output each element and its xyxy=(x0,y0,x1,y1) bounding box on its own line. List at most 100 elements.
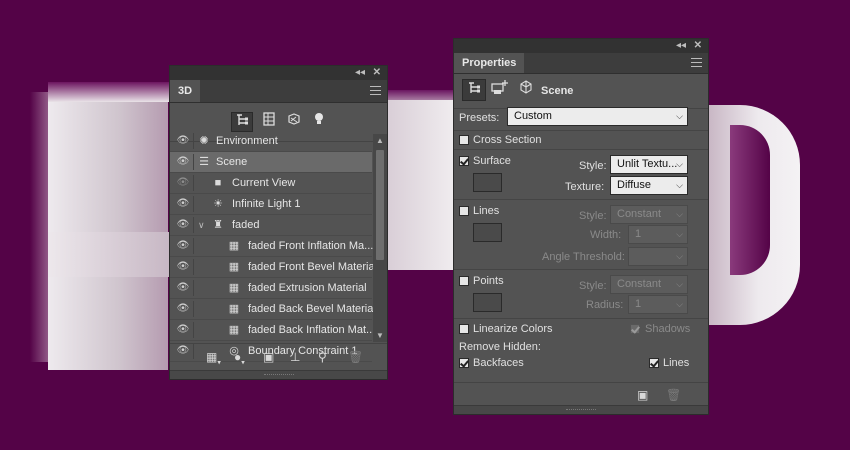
layer-row-material[interactable]: 👁 ▦ faded Extrusion Material xyxy=(170,278,372,299)
points-color-swatch[interactable] xyxy=(473,293,502,312)
cross-section-checkbox[interactable] xyxy=(459,135,469,145)
lights-icon[interactable] xyxy=(308,112,330,132)
lines-angle-label: Angle Threshold: xyxy=(542,251,625,263)
layer-label: Scene xyxy=(216,156,248,168)
add-mesh-icon[interactable]: ▦▾ xyxy=(206,350,221,366)
chevron-down-icon: ⌵ xyxy=(676,209,683,219)
linearize-colors-checkbox[interactable] xyxy=(459,324,469,334)
chevron-down-icon: ⌵ xyxy=(676,279,683,289)
collapse-icon[interactable]: ◂◂ xyxy=(676,39,686,53)
visibility-eye-icon[interactable]: 👁 xyxy=(176,278,190,298)
material-icon: ▦ xyxy=(228,261,240,273)
lines-style-label: Style: xyxy=(579,210,607,222)
scrollbar-thumb[interactable] xyxy=(376,150,384,260)
surface-label: Surface xyxy=(473,155,511,167)
visibility-eye-icon[interactable]: 👁 xyxy=(176,215,190,235)
drop-to-ground-icon[interactable]: ⊥ xyxy=(290,350,300,364)
layer-row-scene[interactable]: 👁 ☰ Scene xyxy=(170,152,372,173)
divider xyxy=(193,301,194,317)
visibility-eye-icon[interactable]: 👁 xyxy=(176,236,190,256)
tab-3d[interactable]: 3D xyxy=(170,80,201,102)
scroll-down-icon[interactable]: ▼ xyxy=(373,331,387,340)
panel-menu-icon[interactable] xyxy=(691,58,702,67)
chevron-down-icon: ⌵ xyxy=(676,111,683,121)
remove-hidden-label: Remove Hidden: xyxy=(459,341,541,353)
visibility-eye-icon[interactable]: 👁 xyxy=(176,257,190,277)
visibility-eye-icon[interactable]: 👁 xyxy=(176,299,190,319)
layer-row-material[interactable]: 👁 ▦ faded Front Inflation Ma... xyxy=(170,236,373,257)
camera-icon: ■ xyxy=(214,177,222,189)
layer-list-scrollbar[interactable]: ▲ ▼ xyxy=(373,134,387,342)
resize-grip[interactable] xyxy=(454,405,708,414)
hidden-lines-checkbox[interactable] xyxy=(649,358,659,368)
close-icon[interactable]: ✕ xyxy=(694,39,702,53)
panel-menu-icon[interactable] xyxy=(370,86,381,95)
layer-label: faded Back Inflation Mat... xyxy=(248,324,376,336)
layer-row-faded[interactable]: 👁 ∨ ♜ faded xyxy=(170,215,372,236)
points-radius-field[interactable]: 1 ⌵ xyxy=(628,295,688,314)
layer-label: faded Back Bevel Material xyxy=(248,303,376,315)
layer-row-material[interactable]: 👁 ▦ faded Back Bevel Material xyxy=(170,299,376,320)
backfaces-checkbox[interactable] xyxy=(459,358,469,368)
add-light-icon[interactable]: ●▾ xyxy=(234,350,245,366)
lines-width-field[interactable]: 1 ⌵ xyxy=(628,225,688,244)
points-radius-value: 1 xyxy=(635,298,642,310)
mesh-cube-icon[interactable] xyxy=(514,79,538,101)
surface-color-swatch[interactable] xyxy=(473,173,502,192)
layer-label: faded Front Bevel Material xyxy=(248,261,378,273)
cross-section-label: Cross Section xyxy=(473,134,542,146)
shadows-checkbox[interactable] xyxy=(630,324,640,334)
properties-mode-row: Scene xyxy=(454,74,708,109)
layer-row-material[interactable]: 👁 ▦ faded Front Bevel Material xyxy=(170,257,377,278)
resize-grip[interactable] xyxy=(170,370,387,379)
layer-row-environment[interactable]: 👁 ✺ Environment xyxy=(170,131,372,152)
meshes-icon[interactable] xyxy=(258,112,280,132)
hidden-lines-label: Lines xyxy=(663,357,690,369)
lines-style-dropdown[interactable]: Constant ⌵ xyxy=(610,205,688,224)
divider xyxy=(454,318,708,319)
environment-icon: ✺ xyxy=(199,135,209,147)
materials-icon[interactable] xyxy=(283,112,305,132)
collapse-icon[interactable]: ◂◂ xyxy=(355,66,365,80)
panel-properties-titlebar[interactable]: ◂◂ ✕ xyxy=(454,39,708,53)
visibility-eye-icon[interactable]: 👁 xyxy=(176,173,190,193)
lines-color-swatch[interactable] xyxy=(473,223,502,242)
letter-mid-face xyxy=(385,100,460,270)
panel-3d: ◂◂ ✕ 3D 👁 ✺ Environment 👁 ☰ Scene 👁 ■ Cu… xyxy=(169,65,388,380)
lines-label: Lines xyxy=(473,205,500,217)
lines-angle-field[interactable]: ⌵ xyxy=(628,247,688,266)
visibility-eye-icon[interactable]: 👁 xyxy=(176,194,190,214)
lines-checkbox[interactable] xyxy=(459,206,469,216)
points-style-value: Constant xyxy=(617,278,662,290)
constraint-icon[interactable]: ⚲ xyxy=(318,350,327,364)
presets-dropdown[interactable]: Custom ⌵ xyxy=(507,107,688,126)
visibility-eye-icon[interactable]: 👁 xyxy=(176,320,190,340)
surface-style-dropdown[interactable]: Unlit Textu... ⌵ xyxy=(610,155,688,174)
surface-checkbox[interactable] xyxy=(459,156,469,166)
close-icon[interactable]: ✕ xyxy=(373,66,381,80)
render-settings-icon[interactable] xyxy=(488,79,512,101)
chevron-down-icon: ⌵ xyxy=(676,251,683,261)
surface-texture-dropdown[interactable]: Diffuse ⌵ xyxy=(610,176,688,195)
tab-properties[interactable]: Properties xyxy=(454,53,525,73)
scene-mode-icon[interactable] xyxy=(462,79,486,101)
layer-row-infinite-light[interactable]: 👁 ☀ Infinite Light 1 xyxy=(170,194,372,215)
render-icon[interactable]: ▣ xyxy=(263,350,274,364)
visibility-eye-icon[interactable]: 👁 xyxy=(176,131,190,151)
scroll-up-icon[interactable]: ▲ xyxy=(373,136,387,145)
points-label: Points xyxy=(473,275,504,287)
expand-chevron-icon[interactable]: ∨ xyxy=(198,215,205,235)
mesh-icon: ♜ xyxy=(213,219,223,231)
lines-style-value: Constant xyxy=(617,208,662,220)
presets-value: Custom xyxy=(514,110,552,122)
points-style-label: Style: xyxy=(579,280,607,292)
whole-scene-icon[interactable] xyxy=(231,112,253,132)
layer-row-material[interactable]: 👁 ▦ faded Back Inflation Mat... xyxy=(170,320,376,341)
panel-3d-titlebar[interactable]: ◂◂ ✕ xyxy=(170,66,387,80)
render-icon[interactable]: ▣ xyxy=(637,388,648,402)
points-checkbox[interactable] xyxy=(459,276,469,286)
visibility-eye-icon[interactable]: 👁 xyxy=(176,152,190,172)
points-style-dropdown[interactable]: Constant ⌵ xyxy=(610,275,688,294)
layer-row-current-view[interactable]: 👁 ■ Current View xyxy=(170,173,372,194)
layer-label: faded Extrusion Material xyxy=(248,282,367,294)
